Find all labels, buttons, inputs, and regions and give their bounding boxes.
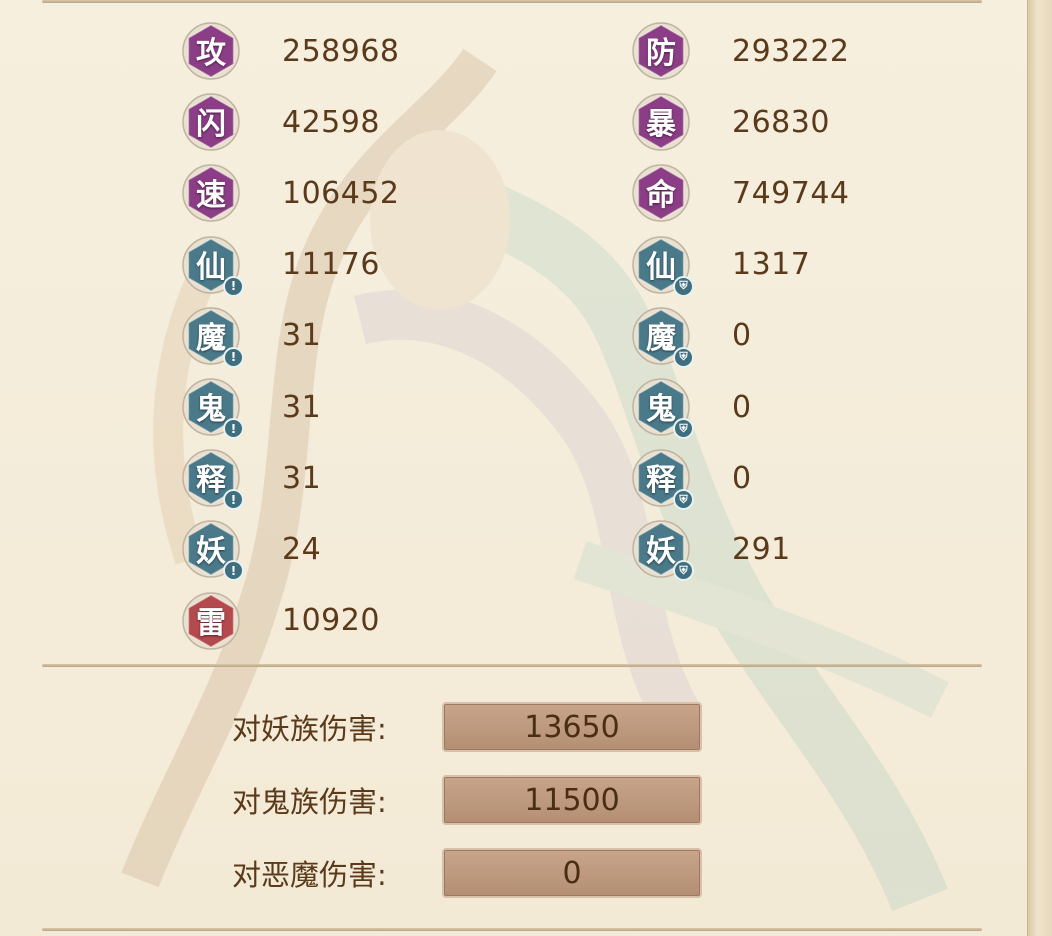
attribute-glyph: 暴 xyxy=(646,107,676,143)
stat-row: 妖! 24 xyxy=(182,519,322,582)
top-divider xyxy=(42,0,982,3)
exclamation-icon: ! xyxy=(223,418,244,439)
attribute-glyph: 防 xyxy=(646,36,676,71)
stat-row: 魔 ⛨ 0 xyxy=(632,306,752,368)
stat-row: 命 749744 xyxy=(632,163,850,223)
stat-row: 释 ⛨ 0 xyxy=(632,448,752,511)
shield-icon: ⛨ xyxy=(673,418,694,439)
stat-row: 仙 ⛨ 1317 xyxy=(632,235,811,297)
stat-value: 1317 xyxy=(732,247,811,283)
attribute-badge-icon[interactable]: 暴 xyxy=(632,93,690,151)
attribute-badge-icon[interactable]: 释! xyxy=(182,449,244,511)
attribute-badge-icon[interactable]: 仙! xyxy=(182,235,244,297)
stat-value: 42598 xyxy=(282,104,380,140)
shield-icon: ⛨ xyxy=(673,275,694,297)
stat-row: 鬼 ⛨ 0 xyxy=(632,377,752,439)
stat-row: 防 293222 xyxy=(632,21,850,81)
attribute-badge-icon[interactable]: 攻 xyxy=(182,22,240,80)
attribute-badge-icon[interactable]: 释 ⛨ xyxy=(632,449,694,511)
stat-value: 291 xyxy=(732,531,791,567)
scrollbar-rail[interactable] xyxy=(1027,0,1052,936)
damage-value: 13650 xyxy=(442,702,702,752)
attribute-glyph: 命 xyxy=(646,178,676,214)
shield-icon: ⛨ xyxy=(673,346,694,368)
stat-value: 31 xyxy=(282,389,322,425)
stat-value: 749744 xyxy=(732,175,850,211)
exclamation-icon: ! xyxy=(223,489,244,511)
attribute-badge-icon[interactable]: 妖 ⛨ xyxy=(632,520,694,582)
attribute-badge-icon[interactable]: 闪 xyxy=(182,93,240,151)
stat-row: 速 106452 xyxy=(182,163,400,223)
stat-value: 106452 xyxy=(282,175,400,211)
damage-label: 对鬼族伤害: xyxy=(232,785,387,819)
stat-value: 293222 xyxy=(732,33,850,69)
attribute-glyph: 速 xyxy=(196,178,226,214)
stat-value: 0 xyxy=(732,318,752,354)
exclamation-icon: ! xyxy=(223,560,244,582)
attribute-badge-icon[interactable]: 仙 ⛨ xyxy=(632,235,694,297)
attribute-badge-icon[interactable]: 命 xyxy=(632,164,690,223)
attribute-panel: 攻 258968 闪 42598 速 106452 仙! 11176 魔! 31 鬼! 31 释! 31 妖… xyxy=(0,0,1052,936)
attribute-badge-icon[interactable]: 鬼! xyxy=(182,378,244,439)
damage-label: 对妖族伤害: xyxy=(232,712,387,746)
shield-icon: ⛨ xyxy=(673,560,694,582)
stat-value: 0 xyxy=(732,460,752,496)
stat-row: 雷 10920 xyxy=(182,591,380,651)
attribute-badge-icon[interactable]: 速 xyxy=(182,164,240,223)
damage-value: 0 xyxy=(442,848,702,898)
attribute-badge-icon[interactable]: 妖! xyxy=(182,520,244,582)
stat-value: 0 xyxy=(732,389,752,425)
attribute-glyph: 闪 xyxy=(196,107,226,143)
stat-row: 释! 31 xyxy=(182,448,322,511)
exclamation-icon: ! xyxy=(223,275,244,297)
stat-value: 31 xyxy=(282,318,322,354)
stat-row: 暴 26830 xyxy=(632,92,830,152)
bottom-divider xyxy=(42,928,982,931)
stat-row: 魔! 31 xyxy=(182,306,322,368)
damage-value: 11500 xyxy=(442,775,702,825)
stat-value: 258968 xyxy=(282,33,400,69)
attribute-badge-icon[interactable]: 雷 xyxy=(182,591,240,650)
stat-value: 11176 xyxy=(282,247,380,283)
attribute-glyph: 雷 xyxy=(196,605,226,641)
stat-row: 鬼! 31 xyxy=(182,377,322,439)
stat-value: 24 xyxy=(282,531,322,567)
stat-row: 妖 ⛨ 291 xyxy=(632,519,791,582)
stat-row: 闪 42598 xyxy=(182,92,380,152)
attribute-badge-icon[interactable]: 魔! xyxy=(182,307,244,368)
attribute-badge-icon[interactable]: 魔 ⛨ xyxy=(632,307,694,368)
attribute-badge-icon[interactable]: 鬼 ⛨ xyxy=(632,378,694,439)
stat-value: 31 xyxy=(282,460,322,496)
stat-row: 攻 258968 xyxy=(182,21,400,81)
stat-row: 仙! 11176 xyxy=(182,235,380,297)
attribute-glyph: 攻 xyxy=(196,36,226,71)
middle-divider xyxy=(42,664,982,667)
shield-icon: ⛨ xyxy=(673,489,694,511)
stat-value: 10920 xyxy=(282,603,380,639)
damage-label: 对恶魔伤害: xyxy=(232,858,387,892)
stat-value: 26830 xyxy=(732,104,830,140)
exclamation-icon: ! xyxy=(223,346,244,368)
attribute-badge-icon[interactable]: 防 xyxy=(632,22,690,80)
